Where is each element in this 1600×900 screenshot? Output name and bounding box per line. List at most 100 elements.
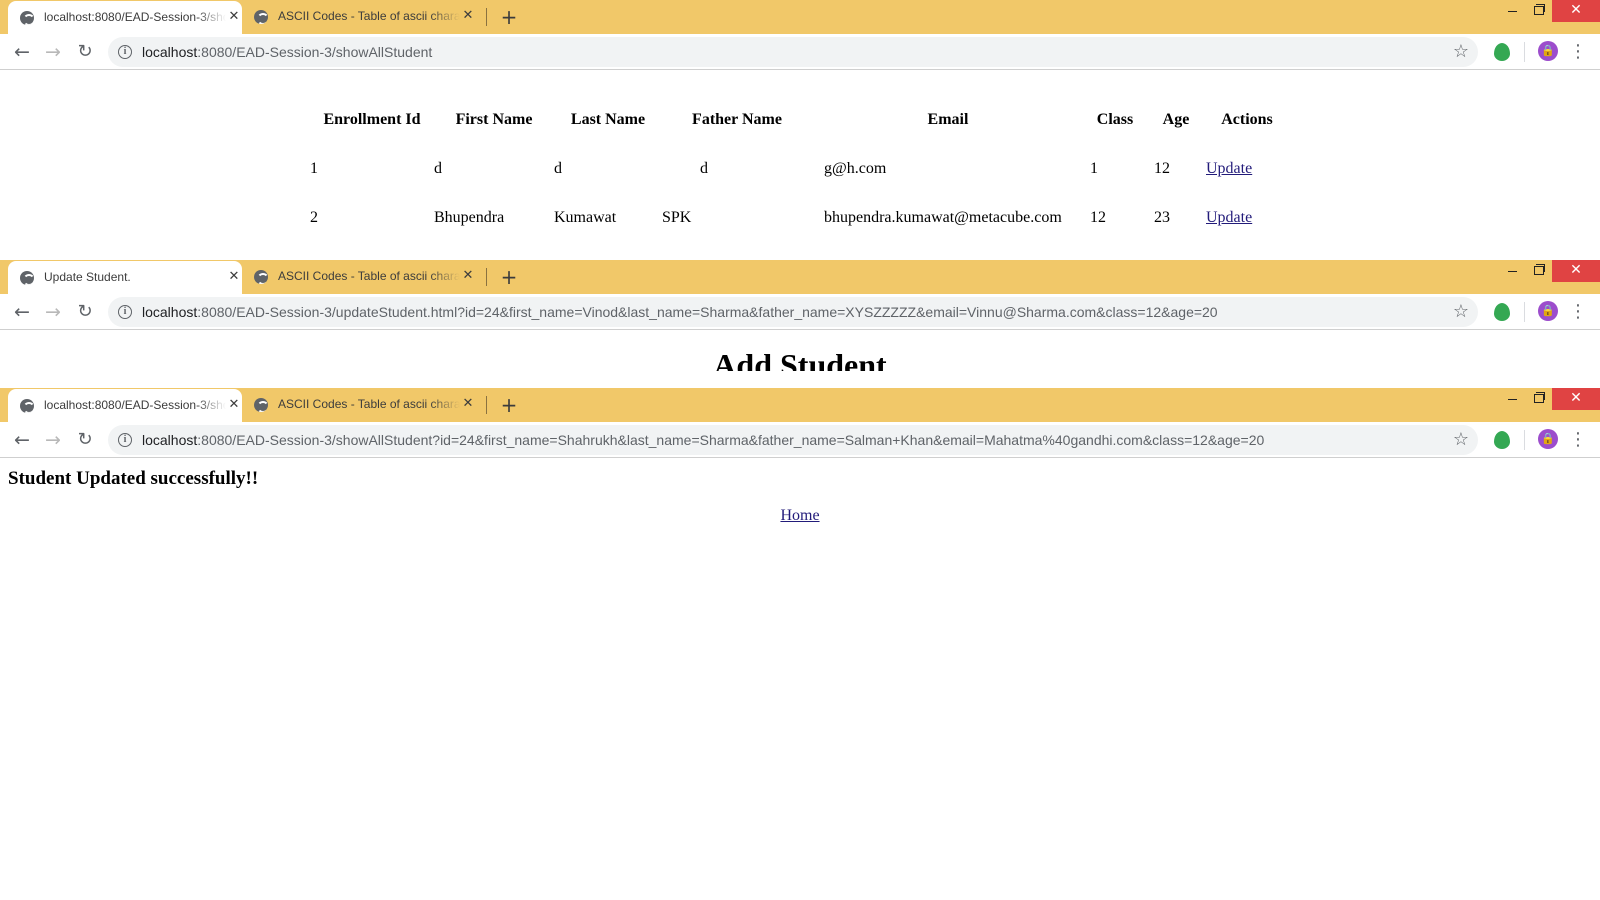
reload-button[interactable]: ↻: [72, 39, 98, 65]
url-path: :8080/EAD-Session-3/updateStudent.html?i…: [197, 304, 1218, 320]
column-header: Actions: [1221, 110, 1273, 128]
url-path: :8080/EAD-Session-3/showAllStudent?id=24…: [197, 432, 1265, 448]
reload-button[interactable]: ↻: [72, 427, 98, 453]
success-message: Student Updated successfully!!: [8, 468, 259, 489]
tab-strip: Update Student. ✕ ASCII Codes - Table of…: [0, 260, 1600, 294]
profile-avatar-icon[interactable]: 🔒: [1538, 41, 1558, 61]
update-link[interactable]: Update: [1206, 160, 1252, 177]
globe-icon: [254, 10, 268, 24]
tab-title: Update Student.: [44, 270, 226, 284]
close-tab-icon[interactable]: ✕: [460, 395, 476, 413]
menu-icon[interactable]: ⋮: [1568, 427, 1588, 453]
extension-icon[interactable]: [1494, 303, 1510, 321]
url-text[interactable]: localhost:8080/EAD-Session-3/showAllStud…: [142, 432, 1264, 448]
globe-icon: [20, 271, 34, 285]
tab-title: ASCII Codes - Table of ascii characters: [278, 9, 460, 23]
address-bar[interactable]: i localhost:8080/EAD-Session-3/updateStu…: [108, 297, 1478, 327]
tab-title: localhost:8080/EAD-Session-3/showAllStud…: [44, 10, 226, 24]
table-row: 1 d d d g@h.com 1 12 Update: [310, 144, 1288, 193]
browser-window-1: localhost:8080/EAD-Session-3/showAllStud…: [0, 0, 1600, 255]
new-tab-button[interactable]: +: [499, 265, 519, 289]
column-header: Last Name: [570, 110, 646, 128]
info-icon[interactable]: i: [118, 433, 132, 447]
toolbar-divider: [1524, 302, 1525, 322]
browser-window-2: Update Student. ✕ ASCII Codes - Table of…: [0, 260, 1600, 388]
close-tab-icon[interactable]: ✕: [460, 267, 476, 285]
tab-title: ASCII Codes - Table of ascii characters: [278, 269, 460, 283]
profile-avatar-icon[interactable]: 🔒: [1538, 429, 1558, 449]
back-button[interactable]: ←: [9, 39, 35, 65]
extension-icon[interactable]: [1494, 431, 1510, 449]
info-icon[interactable]: i: [118, 305, 132, 319]
tab-show-all-student[interactable]: localhost:8080/EAD-Session-3/showAllStud…: [8, 389, 242, 422]
tab-ascii-codes[interactable]: ASCII Codes - Table of ascii characters …: [242, 0, 476, 34]
close-tab-icon[interactable]: ✕: [460, 7, 476, 25]
forward-button[interactable]: →: [40, 299, 66, 325]
browser-toolbar: ← → ↻ i localhost:8080/EAD-Session-3/upd…: [0, 294, 1600, 330]
back-button[interactable]: ←: [9, 299, 35, 325]
toolbar-divider: [1524, 430, 1525, 450]
menu-icon[interactable]: ⋮: [1568, 39, 1588, 65]
tab-separator: [486, 8, 487, 26]
url-path: :8080/EAD-Session-3/showAllStudent: [197, 44, 433, 60]
page-content: Add Student: [0, 331, 1600, 371]
update-link[interactable]: Update: [1206, 209, 1252, 226]
age-cell: 12: [1154, 159, 1170, 177]
address-bar[interactable]: i localhost:8080/EAD-Session-3/showAllSt…: [108, 37, 1478, 67]
email-cell: bhupendra.kumawat@metacube.com: [824, 208, 1062, 226]
father-name-cell: SPK: [662, 208, 692, 226]
father-name-cell: d: [700, 159, 708, 177]
tab-ascii-codes[interactable]: ASCII Codes - Table of ascii characters …: [242, 388, 476, 422]
last-name-cell: d: [554, 159, 562, 177]
back-button[interactable]: ←: [9, 427, 35, 453]
close-tab-icon[interactable]: ✕: [226, 396, 242, 414]
tab-title: localhost:8080/EAD-Session-3/showAllStud…: [44, 398, 226, 412]
bookmark-star-icon[interactable]: ☆: [1450, 429, 1472, 451]
window-close-button[interactable]: ✕: [1552, 260, 1600, 282]
tab-ascii-codes[interactable]: ASCII Codes - Table of ascii characters …: [242, 260, 476, 294]
url-host: localhost: [142, 304, 198, 320]
globe-icon: [20, 399, 34, 413]
info-icon[interactable]: i: [118, 45, 132, 59]
toolbar-divider: [1524, 42, 1525, 62]
address-bar[interactable]: i localhost:8080/EAD-Session-3/showAllSt…: [108, 425, 1478, 455]
last-name-cell: Kumawat: [554, 208, 617, 226]
forward-button[interactable]: →: [40, 39, 66, 65]
column-header: Age: [1162, 110, 1190, 128]
first-name-cell: Bhupendra: [434, 208, 505, 226]
class-cell: 12: [1090, 208, 1106, 226]
globe-icon: [254, 398, 268, 412]
tab-separator: [486, 396, 487, 414]
tab-separator: [486, 268, 487, 286]
profile-avatar-icon[interactable]: 🔒: [1538, 301, 1558, 321]
table-row: 2 Bhupendra Kumawat SPK bhupendra.kumawa…: [310, 193, 1288, 242]
new-tab-button[interactable]: +: [499, 5, 519, 29]
url-text[interactable]: localhost:8080/EAD-Session-3/showAllStud…: [142, 44, 432, 60]
student-table: Enrollment Id First Name Last Name Fathe…: [310, 95, 1288, 242]
home-link[interactable]: Home: [780, 507, 819, 524]
tab-show-all-student[interactable]: localhost:8080/EAD-Session-3/showAllStud…: [8, 1, 242, 34]
first-name-cell: d: [434, 159, 442, 177]
actions-cell: Update: [1206, 193, 1288, 242]
window-close-button[interactable]: ✕: [1552, 0, 1600, 22]
close-tab-icon[interactable]: ✕: [226, 268, 242, 286]
enrollment-id-cell: 1: [310, 159, 318, 177]
bookmark-star-icon[interactable]: ☆: [1450, 301, 1472, 323]
reload-button[interactable]: ↻: [72, 299, 98, 325]
menu-icon[interactable]: ⋮: [1568, 299, 1588, 325]
column-header: Enrollment Id: [323, 110, 421, 128]
close-tab-icon[interactable]: ✕: [226, 8, 242, 26]
column-header: Email: [927, 110, 969, 128]
window-close-button[interactable]: ✕: [1552, 388, 1600, 410]
table-header-row: Enrollment Id First Name Last Name Fathe…: [310, 95, 1288, 144]
class-cell: 1: [1090, 159, 1098, 177]
globe-icon: [20, 11, 34, 25]
forward-button[interactable]: →: [40, 427, 66, 453]
tab-strip: localhost:8080/EAD-Session-3/showAllStud…: [0, 0, 1600, 34]
column-header: Father Name: [692, 110, 782, 128]
tab-update-student[interactable]: Update Student. ✕: [8, 261, 242, 294]
extension-icon[interactable]: [1494, 43, 1510, 61]
bookmark-star-icon[interactable]: ☆: [1450, 41, 1472, 63]
new-tab-button[interactable]: +: [499, 393, 519, 417]
url-text[interactable]: localhost:8080/EAD-Session-3/updateStude…: [142, 304, 1218, 320]
